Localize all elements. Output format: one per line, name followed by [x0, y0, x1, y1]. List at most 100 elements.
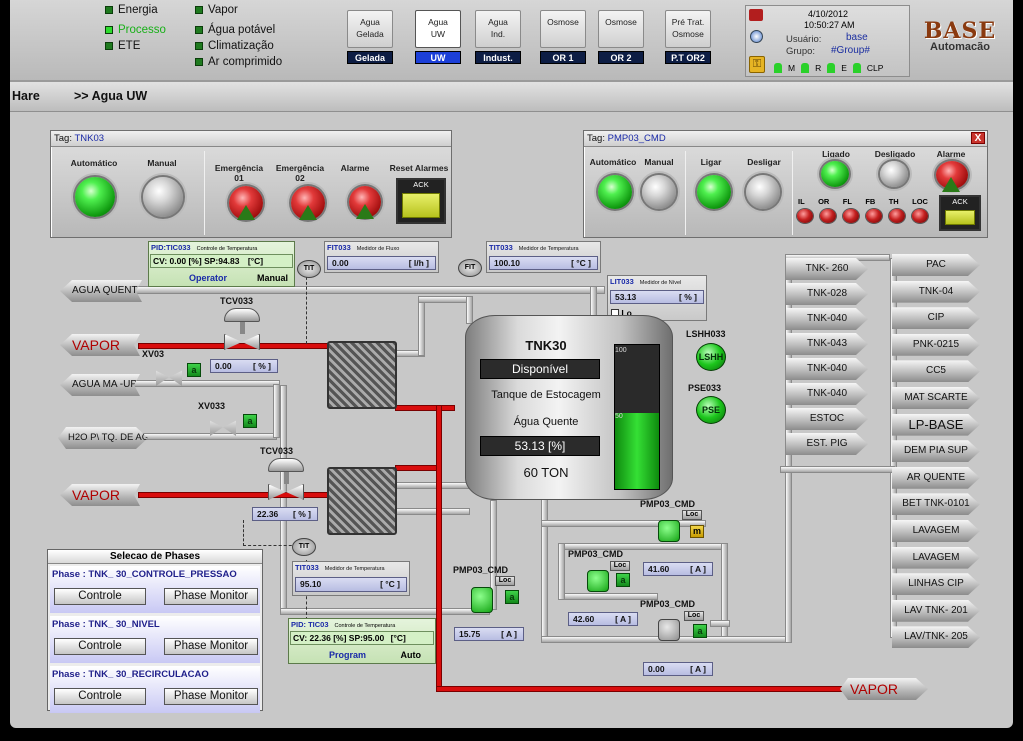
pump-4-mode-button[interactable]: a: [505, 590, 519, 604]
pid-tic03-faceplate[interactable]: PID: TIC03 Controle de Temperatura CV: 22…: [288, 618, 436, 664]
category-energia[interactable]: Energia: [105, 4, 158, 16]
interlock-fl-lamp: [843, 209, 859, 223]
close-icon[interactable]: X: [971, 132, 985, 144]
dest-right-arrow[interactable]: PAC: [892, 254, 980, 276]
status-square-icon: [195, 58, 203, 66]
pump-3-icon[interactable]: [658, 619, 680, 641]
dest-right-arrow[interactable]: DEM PIA SUP: [892, 440, 980, 462]
lshh-indicator[interactable]: LSHH: [696, 343, 726, 371]
dest-left-arrow[interactable]: TNK-040: [786, 308, 868, 330]
auto-button[interactable]: [598, 175, 632, 209]
dest-left-arrow[interactable]: ESTOC: [786, 408, 868, 430]
nav-agua-ind[interactable]: Agua Ind. Indust.: [475, 10, 521, 66]
pump-2-icon[interactable]: [587, 570, 609, 592]
dest-h2o-tq-agua[interactable]: H2O P\ TQ. DE AGUA: [58, 427, 148, 449]
dest-vapor[interactable]: VAPOR: [840, 678, 928, 700]
nav-pre-trat-osmose[interactable]: Pré Trat. Osmose P.T OR2: [665, 10, 711, 66]
tit-bubble[interactable]: TIT: [292, 538, 316, 556]
dest-right-arrow[interactable]: LAV/TNK- 205: [892, 626, 980, 648]
globe-icon[interactable]: [750, 30, 763, 43]
tank-tnk30[interactable]: TNK30 Disponível Tanque de Estocagem Águ…: [465, 315, 673, 500]
desligar-button[interactable]: [746, 175, 780, 209]
status-square-icon: [105, 26, 113, 34]
pump-3-mode-button[interactable]: a: [693, 624, 707, 638]
dest-left-arrow[interactable]: TNK-043: [786, 333, 868, 355]
dest-left-arrow[interactable]: TNK-040: [786, 358, 868, 380]
status-square-icon: [105, 42, 113, 50]
alarm-icon[interactable]: [749, 9, 763, 21]
status-square-icon: [105, 6, 113, 14]
fit033-display[interactable]: FIT033 Medidor de Fluxo 0.00[ l/h ]: [324, 241, 439, 273]
category-climatizacao[interactable]: Climatização: [195, 40, 274, 52]
controle-button[interactable]: Controle: [54, 638, 146, 655]
dest-left-arrow[interactable]: EST. PIG: [786, 433, 868, 455]
status-led-icon: [852, 63, 861, 73]
tit-bubble[interactable]: TIT: [297, 260, 321, 278]
pump-loc-badge: Loc: [610, 561, 630, 571]
dest-left-arrow[interactable]: TNK-040: [786, 383, 868, 405]
category-ar-comprimido[interactable]: Ar comprimido: [195, 56, 282, 68]
dest-right-arrow[interactable]: CIP: [892, 307, 980, 329]
heat-exchanger-1[interactable]: [327, 341, 397, 409]
dest-left-arrow[interactable]: TNK-028: [786, 283, 868, 305]
nav-osmose-or1[interactable]: Osmose OR 1: [540, 10, 586, 66]
tcv-label: TCV033: [220, 296, 254, 306]
dest-right-arrow[interactable]: MAT SCARTE: [892, 387, 980, 409]
dest-right-arrow[interactable]: LAVAGEM: [892, 520, 980, 542]
source-agua-ma[interactable]: AGUA MA -UP: [60, 374, 140, 396]
category-ete[interactable]: ETE: [105, 40, 140, 52]
breadcrumb-root[interactable]: Hare: [12, 89, 40, 103]
fit-bubble[interactable]: FIT: [458, 259, 482, 277]
dest-right-arrow[interactable]: AR QUENTE: [892, 467, 980, 489]
auto-button[interactable]: [75, 177, 115, 217]
manual-label: Manual: [147, 158, 177, 168]
tank-status: Disponível: [480, 359, 600, 379]
phase-monitor-button[interactable]: Phase Monitor: [164, 588, 258, 605]
pse-indicator[interactable]: PSE: [696, 396, 726, 424]
xv033-mode-button[interactable]: a: [243, 414, 257, 428]
xv03-mode-button[interactable]: a: [187, 363, 201, 377]
category-processo[interactable]: Processo: [105, 24, 166, 36]
pump-1-mode-button[interactable]: m: [690, 525, 704, 538]
nav-osmose-or2[interactable]: Osmose OR 2: [598, 10, 644, 66]
pump-4-icon[interactable]: [471, 587, 493, 613]
status-square-icon: [195, 26, 203, 34]
dest-right-arrow[interactable]: LP-BASE: [892, 414, 980, 436]
dest-right-arrow[interactable]: LAV TNK- 201: [892, 600, 980, 622]
dest-right-arrow[interactable]: LAVAGEM: [892, 547, 980, 569]
tit033-display[interactable]: TIT033 Medidor de Temperatura 100.10[ °C …: [486, 241, 601, 273]
source-vapor-2[interactable]: VAPOR: [60, 484, 140, 506]
dest-left-arrow[interactable]: TNK- 260: [786, 258, 868, 280]
controle-button[interactable]: Controle: [54, 588, 146, 605]
category-agua-potavel[interactable]: Água potável: [195, 24, 275, 36]
tit033-display-2[interactable]: TIT033 Medidor de Temperatura 95.10[ °C ]: [292, 561, 410, 596]
source-vapor-1[interactable]: VAPOR: [60, 334, 140, 356]
dest-right-arrow[interactable]: PNK-0215: [892, 334, 980, 356]
heat-exchanger-2[interactable]: [327, 467, 397, 535]
control-valve-tcv-2[interactable]: [262, 458, 310, 504]
phase-monitor-button[interactable]: Phase Monitor: [164, 688, 258, 705]
dest-right-arrow[interactable]: LINHAS CIP: [892, 573, 980, 595]
pump-2-mode-button[interactable]: a: [616, 573, 630, 587]
manual-button[interactable]: [143, 177, 183, 217]
manual-button[interactable]: [642, 175, 676, 209]
controle-button[interactable]: Controle: [54, 688, 146, 705]
control-valve-tcv-1[interactable]: [218, 308, 266, 354]
pipe-vertical: [273, 384, 280, 438]
dest-right-arrow[interactable]: BET TNK-0101: [892, 493, 980, 515]
source-agua-quente[interactable]: AGUA QUENTE: [60, 280, 142, 302]
pipe-hx2-out: [395, 482, 470, 489]
ack-button[interactable]: ACK: [939, 195, 981, 231]
pipe-return: [280, 608, 490, 615]
pump-1-icon[interactable]: [658, 520, 680, 542]
phase-monitor-button[interactable]: Phase Monitor: [164, 638, 258, 655]
category-vapor[interactable]: Vapor: [195, 4, 238, 16]
dest-right-arrow[interactable]: TNK-04: [892, 281, 980, 303]
ack-button[interactable]: ACK: [396, 178, 446, 224]
nav-agua-gelada[interactable]: Agua Gelada Gelada: [347, 10, 393, 66]
nav-agua-uw[interactable]: Agua UW UW: [415, 10, 461, 66]
ligar-button[interactable]: [697, 175, 731, 209]
pid-tic033-faceplate[interactable]: PID:TIC033 Controle de Temperatura CV: 0.…: [148, 241, 295, 287]
dest-right-arrow[interactable]: CC5: [892, 360, 980, 382]
key-icon[interactable]: ⚿: [749, 56, 765, 73]
